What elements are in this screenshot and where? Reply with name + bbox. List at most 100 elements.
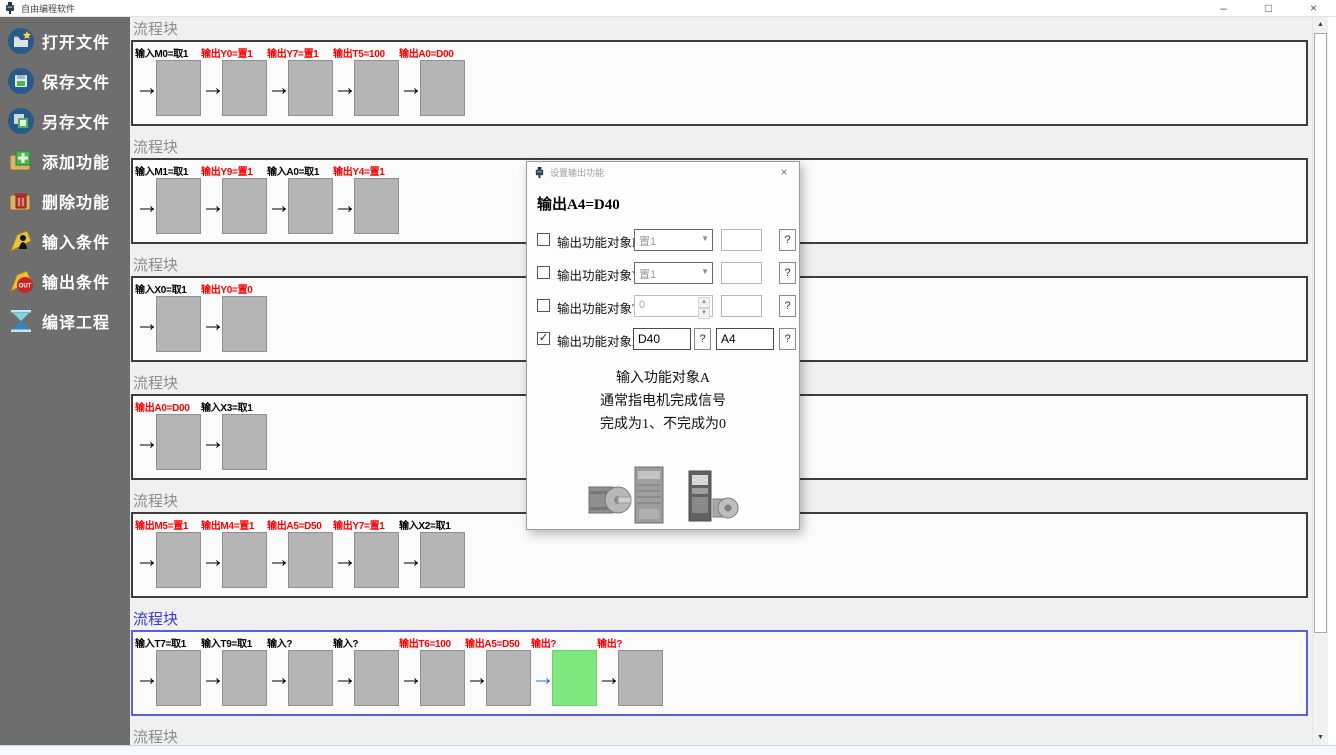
flow-cell[interactable]: 输入M0=取1→ — [135, 45, 201, 117]
flow-step-box[interactable] — [552, 650, 597, 706]
dialog-titlebar[interactable]: 设置输出功能 × — [527, 162, 799, 183]
flow-step-box[interactable] — [222, 650, 267, 706]
flow-arrow-icon: → — [135, 649, 156, 707]
flow-step-box[interactable] — [156, 650, 201, 706]
flow-step-box[interactable] — [156, 60, 201, 116]
flow-step-box[interactable] — [354, 532, 399, 588]
flow-step-box[interactable] — [156, 178, 201, 234]
scrollbar-thumb[interactable] — [1314, 33, 1327, 633]
sidebar-button-compile-project[interactable]: 编译工程 — [0, 301, 130, 341]
row-checkbox[interactable] — [537, 299, 550, 312]
flow-cell[interactable]: 输出A0=D00→ — [399, 45, 465, 117]
aux-value-input[interactable] — [721, 229, 762, 251]
flow-cell[interactable]: 输出T6=100→ — [399, 635, 465, 707]
help-button[interactable]: ? — [779, 295, 796, 317]
flow-step-box[interactable] — [288, 650, 333, 706]
maximize-button[interactable]: □ — [1246, 0, 1291, 17]
flow-cell[interactable]: 输出?→ — [597, 635, 663, 707]
dialog-close-icon[interactable]: × — [769, 162, 799, 183]
flow-step-box[interactable] — [156, 296, 201, 352]
flow-cell[interactable]: 输出M5=置1→ — [135, 517, 201, 589]
flow-cell[interactable]: 输出Y0=置0→ — [201, 281, 267, 353]
flow-cell[interactable]: 输出Y7=置1→ — [267, 45, 333, 117]
flow-step-box[interactable] — [222, 296, 267, 352]
row-checkbox[interactable] — [537, 266, 550, 279]
flow-cell[interactable]: 输出A0=D00→ — [135, 399, 201, 471]
vertical-scrollbar[interactable]: ▲ ▼ — [1312, 17, 1328, 745]
sidebar-button-open-file[interactable]: 打开文件 — [0, 21, 130, 61]
flow-step-box[interactable] — [288, 178, 333, 234]
flow-step-box[interactable] — [288, 60, 333, 116]
close-button[interactable]: × — [1291, 0, 1336, 17]
data-register-input[interactable] — [633, 328, 691, 350]
flow-cell[interactable]: 输出Y9=置1→ — [201, 163, 267, 235]
flow-step-box[interactable] — [156, 532, 201, 588]
flow-arrow-icon: → — [201, 649, 222, 707]
flow-step-box[interactable] — [354, 650, 399, 706]
flow-cell[interactable]: 输入M1=取1→ — [135, 163, 201, 235]
flow-block-panel[interactable]: 输入M0=取1→输出Y0=置1→输出Y7=置1→输出T5=100→输出A0=D0… — [131, 40, 1308, 126]
row-checkbox[interactable] — [537, 233, 550, 246]
dialog-row: 输出功能对象Y置1▼? — [527, 257, 799, 290]
value-dropdown[interactable]: 置1▼ — [634, 262, 713, 284]
flow-cell[interactable]: 输入?→ — [333, 635, 399, 707]
aux-value-input[interactable] — [721, 262, 762, 284]
flow-step-box[interactable] — [618, 650, 663, 706]
minimize-button[interactable]: – — [1201, 0, 1246, 17]
sidebar-button-save-as-file[interactable]: 另存文件 — [0, 101, 130, 141]
spinner-down-icon[interactable]: ▼ — [698, 308, 710, 319]
flow-cell-row: → — [333, 531, 399, 589]
sidebar-button-output-condition[interactable]: OUT输出条件 — [0, 261, 130, 301]
axis-input[interactable] — [716, 328, 774, 350]
flow-step-box[interactable] — [354, 178, 399, 234]
flow-cell-label: 输入? — [333, 635, 399, 648]
flow-block-panel[interactable]: 输入T7=取1→输入T9=取1→输入?→输入?→输出T6=100→输出A5=D5… — [131, 630, 1308, 716]
flow-arrow-icon: → — [201, 59, 222, 117]
value-spinner[interactable]: 0▲▼ — [634, 295, 713, 317]
flow-step-box[interactable] — [420, 532, 465, 588]
flow-cell[interactable]: 输入T9=取1→ — [201, 635, 267, 707]
flow-cell[interactable]: 输出A5=D50→ — [465, 635, 531, 707]
help-button[interactable]: ? — [694, 328, 711, 350]
flow-step-box[interactable] — [222, 414, 267, 470]
flow-cell[interactable]: 输出Y0=置1→ — [201, 45, 267, 117]
flow-cell[interactable]: 输出?→ — [531, 635, 597, 707]
spinner-buttons[interactable]: ▲▼ — [698, 297, 710, 319]
flow-cell-row: → — [135, 649, 201, 707]
flow-step-box[interactable] — [156, 414, 201, 470]
spinner-up-icon[interactable]: ▲ — [698, 297, 710, 308]
flow-cell[interactable]: 输出Y7=置1→ — [333, 517, 399, 589]
flow-step-box[interactable] — [354, 60, 399, 116]
flow-cell-label: 输入T7=取1 — [135, 635, 201, 648]
scroll-up-icon[interactable]: ▲ — [1313, 17, 1328, 32]
flow-cell-row: → — [333, 177, 399, 235]
help-button[interactable]: ? — [779, 328, 796, 350]
scroll-down-icon[interactable]: ▼ — [1313, 730, 1328, 745]
sidebar-button-input-condition[interactable]: 输入条件 — [0, 221, 130, 261]
flow-step-box[interactable] — [420, 60, 465, 116]
flow-step-box[interactable] — [288, 532, 333, 588]
value-dropdown[interactable]: 置1▼ — [634, 229, 713, 251]
flow-cell[interactable]: 输出M4=置1→ — [201, 517, 267, 589]
flow-cell[interactable]: 输出A5=D50→ — [267, 517, 333, 589]
flow-step-box[interactable] — [222, 532, 267, 588]
flow-cell[interactable]: 输入T7=取1→ — [135, 635, 201, 707]
flow-cell[interactable]: 输入X3=取1→ — [201, 399, 267, 471]
aux-value-input[interactable] — [721, 295, 762, 317]
flow-step-box[interactable] — [420, 650, 465, 706]
sidebar-button-delete-function[interactable]: 删除功能 — [0, 181, 130, 221]
flow-cell[interactable]: 输入X2=取1→ — [399, 517, 465, 589]
flow-step-box[interactable] — [486, 650, 531, 706]
flow-cell[interactable]: 输入A0=取1→ — [267, 163, 333, 235]
flow-step-box[interactable] — [222, 60, 267, 116]
help-button[interactable]: ? — [779, 262, 796, 284]
flow-cell[interactable]: 输入X0=取1→ — [135, 281, 201, 353]
flow-cell[interactable]: 输出T5=100→ — [333, 45, 399, 117]
sidebar-button-save-file[interactable]: 保存文件 — [0, 61, 130, 101]
flow-cell[interactable]: 输入?→ — [267, 635, 333, 707]
sidebar-button-add-function[interactable]: 添加功能 — [0, 141, 130, 181]
flow-step-box[interactable] — [222, 178, 267, 234]
flow-cell[interactable]: 输出Y4=置1→ — [333, 163, 399, 235]
row-checkbox[interactable]: ✓ — [537, 332, 550, 345]
help-button[interactable]: ? — [779, 229, 796, 251]
